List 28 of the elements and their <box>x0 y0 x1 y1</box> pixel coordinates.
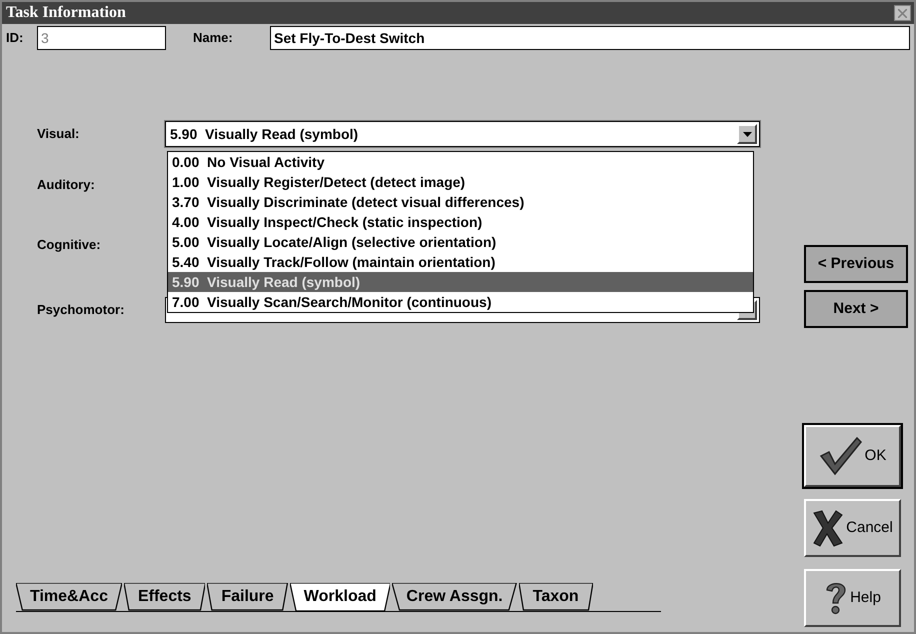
tab[interactable]: Failure <box>207 583 288 611</box>
ok-button[interactable]: OK <box>804 425 901 487</box>
field-label: Visual: <box>37 125 80 144</box>
dropdown-field[interactable]: 5.90 Visually Read (symbol) <box>165 121 760 147</box>
help-button[interactable]: Help <box>804 569 901 627</box>
checkmark-icon <box>818 436 863 476</box>
dropdown-button[interactable] <box>737 124 757 144</box>
previous-button[interactable]: < Previous <box>804 245 908 283</box>
next-button[interactable]: Next > <box>804 290 908 328</box>
name-field[interactable]: Set Fly-To-Dest Switch <box>270 26 910 50</box>
tab[interactable]: Effects <box>124 583 206 611</box>
cross-icon <box>812 509 844 547</box>
name-label: Name: <box>193 29 234 48</box>
caret-icon <box>742 132 752 136</box>
tab[interactable]: Taxon <box>518 583 593 611</box>
field-label: Psychomotor: <box>37 301 126 320</box>
tab[interactable]: Crew Assgn. <box>392 583 517 611</box>
id-label: ID: <box>6 29 24 48</box>
field-label: Cognitive: <box>37 236 102 254</box>
question-mark-icon <box>824 580 848 616</box>
dropdown-value: 5.90 Visually Read (symbol) <box>169 124 358 144</box>
window-title: Task Information <box>6 3 126 23</box>
close-icon <box>898 8 907 18</box>
dropdown-option[interactable]: 5.90 Visually Read (symbol) <box>168 272 753 292</box>
tab[interactable]: Workload <box>290 583 390 611</box>
cancel-button[interactable]: Cancel <box>804 499 901 557</box>
field-label: Auditory: <box>37 176 96 194</box>
tab[interactable]: Time&Acc <box>16 583 122 611</box>
